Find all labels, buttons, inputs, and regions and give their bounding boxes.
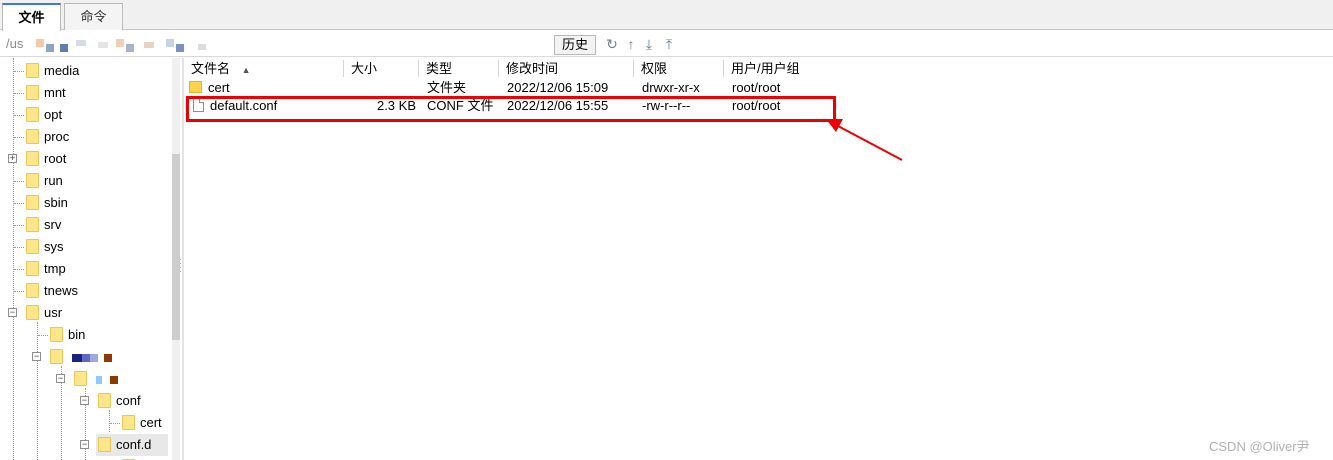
annotation-arrow-icon xyxy=(826,119,903,161)
watermark: CSDN @Oliver尹 xyxy=(1209,439,1310,454)
